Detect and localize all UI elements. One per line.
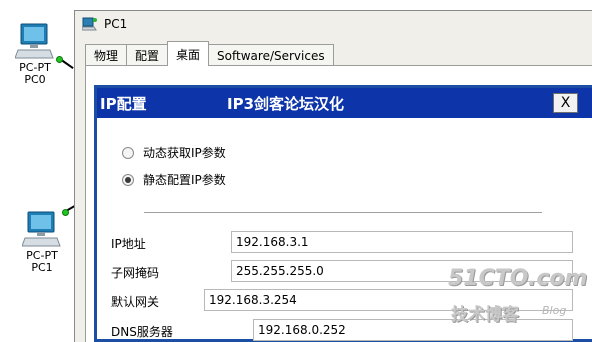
watermark-blog-label: Blog [542,304,567,317]
tab-bar: 物理 配置 桌面 Software/Services [85,41,334,66]
pc-icon [22,211,61,247]
pc1-device[interactable]: PC-PT PC1 [12,210,72,274]
link-status-dot [56,56,63,63]
tab-config[interactable]: 配置 [126,44,169,66]
subnet-mask-label: 子网掩码 [111,266,160,280]
window-title: PC1 [104,17,128,31]
watermark-logo-text: 51CTO.com [448,266,588,291]
radio-dhcp[interactable]: 动态获取IP参数 [122,144,226,161]
ip-address-label: IP地址 [111,237,146,251]
radio-button[interactable] [122,146,134,159]
pc-icon [15,23,54,59]
pc0-device[interactable]: PC-PT PC0 [5,22,65,86]
dns-server-label: DNS服务器 [111,325,173,339]
tab-desktop[interactable]: 桌面 [167,41,210,66]
window-titlebar[interactable]: PC1 [75,11,592,37]
dialog-titlebar[interactable]: IP配置 IP3剑客论坛汉化 X [97,88,592,118]
link-status-dot [62,209,69,216]
tab-physical[interactable]: 物理 [85,44,128,66]
close-icon: X [560,95,571,111]
tab-software-services[interactable]: Software/Services [208,44,334,66]
watermark-subtitle: 技术博客 [451,305,519,325]
device-name-label: PC1 [31,261,53,274]
dialog-subtitle: IP3剑客论坛汉化 [227,94,345,113]
radio-button[interactable] [122,173,134,186]
radio-static[interactable]: 静态配置IP参数 [122,171,226,188]
device-name-label: PC0 [24,73,46,86]
section-divider [144,212,542,213]
dialog-title: IP配置 [100,94,147,113]
radio-label: 动态获取IP参数 [143,146,226,160]
packet-tracer-pc-icon [82,17,97,31]
radio-label: 静态配置IP参数 [143,173,226,187]
ip-address-field[interactable]: 192.168.3.1 [231,231,573,253]
close-button[interactable]: X [553,93,578,113]
site-watermark: 51CTO.com 技术博客 Blog [448,266,588,328]
default-gateway-label: 默认网关 [111,295,160,309]
